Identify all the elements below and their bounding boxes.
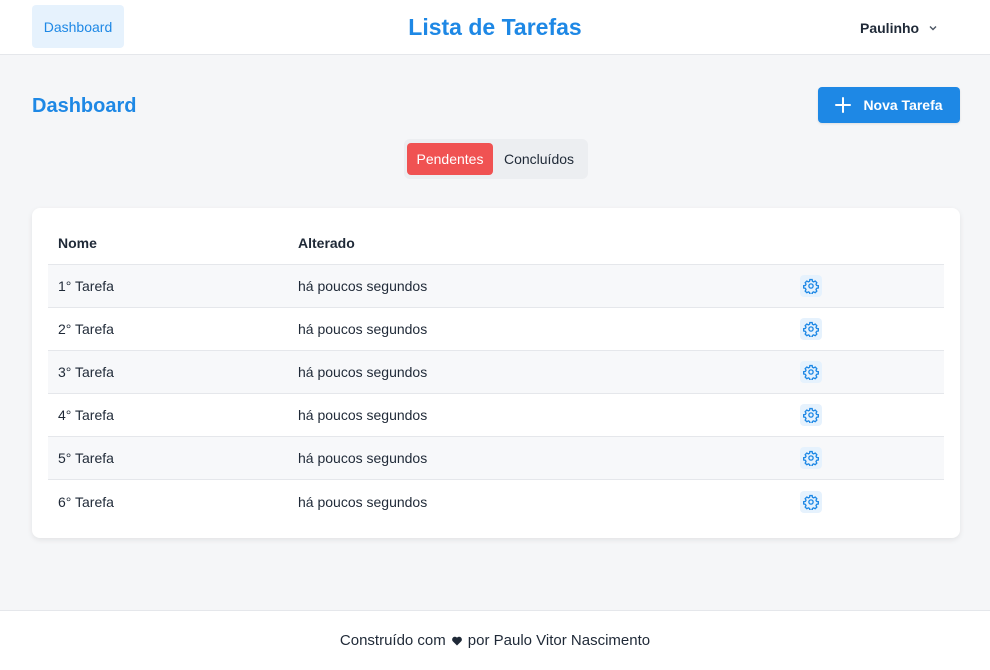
task-name: 6° Tarefa <box>58 493 114 510</box>
table-row: 3° Tarefa há poucos segundos <box>48 351 944 394</box>
plus-icon <box>835 97 852 113</box>
new-task-button[interactable]: Nova Tarefa <box>818 87 960 123</box>
footer: Construído com por Paulo Vitor Nasciment… <box>0 610 990 670</box>
gear-icon[interactable] <box>800 318 822 340</box>
task-changed: há poucos segundos <box>298 450 428 466</box>
nav-dashboard-link[interactable]: Dashboard <box>32 5 124 48</box>
task-name: 3° Tarefa <box>58 364 114 380</box>
task-changed: há poucos segundos <box>298 407 428 423</box>
heart-icon <box>451 635 463 647</box>
app-title: Lista de Tarefas <box>408 14 582 40</box>
gear-icon[interactable] <box>800 275 822 297</box>
task-changed: há poucos segundos <box>298 364 428 380</box>
tasks-card: Nome Alterado 1° Tarefa há poucos segund… <box>32 208 960 538</box>
column-header-alterado: Alterado <box>298 235 355 251</box>
user-name: Paulinho <box>860 20 920 36</box>
table-row: 1° Tarefa há poucos segundos <box>48 265 944 308</box>
footer-author: por Paulo Vitor Nascimento <box>467 632 651 649</box>
task-name: 2° Tarefa <box>58 321 114 337</box>
table-row: 6° Tarefa há poucos segundos <box>48 480 944 523</box>
page-title: Dashboard <box>32 95 137 117</box>
table-row: 2° Tarefa há poucos segundos <box>48 308 944 351</box>
tab-concluidos[interactable]: Concluídos <box>493 143 585 175</box>
task-changed: há poucos segundos <box>298 493 428 510</box>
table-row: 4° Tarefa há poucos segundos <box>48 394 944 437</box>
column-header-nome: Nome <box>58 235 97 251</box>
gear-icon[interactable] <box>800 361 822 383</box>
status-tabs: Pendentes Concluídos <box>404 139 588 179</box>
task-changed: há poucos segundos <box>298 278 428 294</box>
user-menu[interactable]: Paulinho <box>860 15 960 41</box>
task-changed: há poucos segundos <box>298 321 428 337</box>
top-navbar: Dashboard Lista de Tarefas Paulinho <box>0 0 990 55</box>
gear-icon[interactable] <box>800 404 822 426</box>
footer-prefix: Construído com <box>339 632 446 649</box>
tab-pendentes[interactable]: Pendentes <box>407 143 493 175</box>
table-row: 5° Tarefa há poucos segundos <box>48 437 944 480</box>
gear-icon[interactable] <box>800 490 822 513</box>
task-name: 1° Tarefa <box>58 278 114 294</box>
new-task-label: Nova Tarefa <box>863 97 943 113</box>
gear-icon[interactable] <box>800 447 822 469</box>
task-name: 5° Tarefa <box>58 450 114 466</box>
chevron-down-icon <box>927 22 939 34</box>
task-name: 4° Tarefa <box>58 407 114 423</box>
table-header: Nome Alterado <box>48 222 944 265</box>
tasks-table: Nome Alterado 1° Tarefa há poucos segund… <box>48 222 944 523</box>
